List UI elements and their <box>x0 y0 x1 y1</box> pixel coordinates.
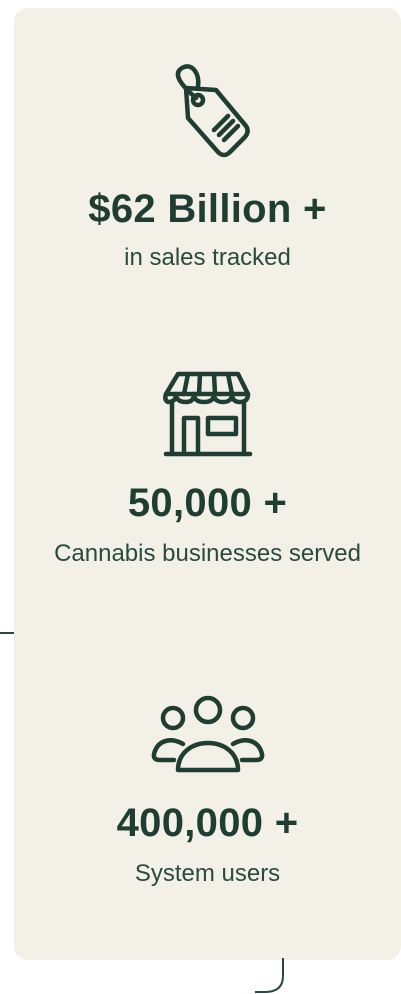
storefront-icon <box>162 371 252 457</box>
stat-users: 400,000 + System users <box>14 694 401 892</box>
decorative-line <box>0 632 14 634</box>
stat-value: 50,000 + <box>127 481 288 525</box>
stat-label: Cannabis businesses served <box>54 540 361 567</box>
stat-sales: $62 Billion + in sales tracked <box>14 60 401 276</box>
decorative-curve <box>255 958 284 993</box>
stats-card: $62 Billion + in sales tracked 50,000 + … <box>14 8 401 960</box>
price-tag-icon <box>175 64 250 158</box>
users-group-icon <box>151 695 264 773</box>
stat-label: System users <box>134 860 281 887</box>
stat-businesses: 50,000 + Cannabis businesses served <box>14 370 401 572</box>
stat-value: 400,000 + <box>116 801 299 845</box>
stat-value: $62 Billion + <box>88 187 327 231</box>
stat-label: in sales tracked <box>124 244 291 271</box>
